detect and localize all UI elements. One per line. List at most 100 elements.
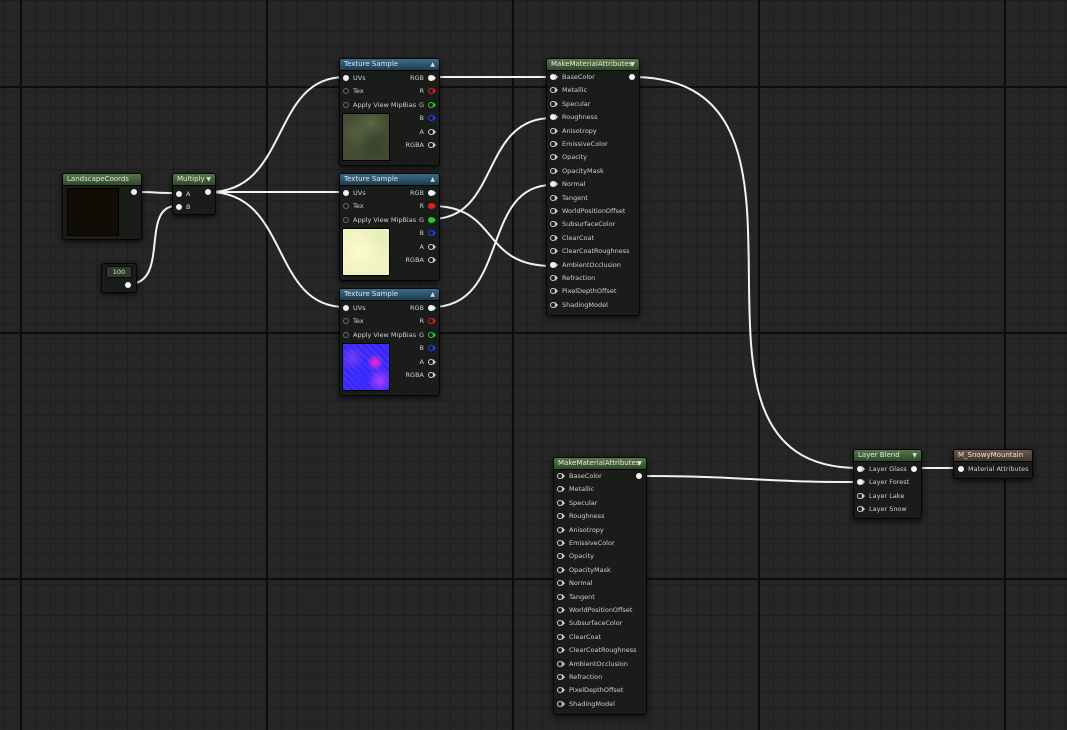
- material-attributes-pin[interactable]: [958, 466, 964, 472]
- material-attribute-input-row[interactable]: PixelDepthOffset: [557, 684, 623, 696]
- layer-blend-input-row[interactable]: Layer Lake: [857, 490, 904, 502]
- layer-blend-output-pin[interactable]: [911, 466, 917, 472]
- landscape-coords-header[interactable]: LandscapeCoords: [63, 174, 141, 186]
- texture-input-pin[interactable]: [343, 203, 349, 210]
- texture-sample-node-3[interactable]: Texture Sample ▲ UVs Tex Apply View MipBias R…: [339, 288, 440, 396]
- texture-output-row[interactable]: B: [420, 227, 436, 239]
- texture-input-row[interactable]: Tex: [343, 315, 364, 327]
- texture-sample-header[interactable]: Texture Sample ▲: [340, 59, 439, 71]
- material-attribute-input-row[interactable]: Tangent: [550, 192, 588, 204]
- texture-input-pin[interactable]: [343, 318, 349, 325]
- material-attribute-input-row[interactable]: Normal: [550, 178, 586, 190]
- collapse-chevron-icon[interactable]: ▼: [912, 450, 917, 461]
- material-output-header[interactable]: M_SnowyMountain: [954, 450, 1032, 462]
- texture-output-row[interactable]: A: [420, 356, 436, 368]
- texture-output-row[interactable]: R: [419, 315, 436, 327]
- texture-output-row[interactable]: RGBA: [406, 369, 436, 381]
- collapse-chevron-icon[interactable]: ▲: [430, 59, 435, 70]
- multiply-b-pin[interactable]: [176, 204, 182, 210]
- layer-blend-input-row[interactable]: Layer Glass: [857, 463, 907, 475]
- texture-input-row[interactable]: Apply View MipBias: [343, 99, 416, 111]
- collapse-chevron-icon[interactable]: ▼: [630, 59, 635, 70]
- make-material-attributes-node-1[interactable]: MakeMaterialAttributes ▼ BaseColor Metallic…: [546, 58, 640, 316]
- landscape-coords-node[interactable]: LandscapeCoords: [62, 173, 142, 240]
- material-attribute-input-row[interactable]: Anisotropy: [550, 125, 597, 137]
- material-attribute-input-row[interactable]: ClearCoat: [557, 631, 601, 643]
- material-attribute-input-row[interactable]: Metallic: [557, 483, 594, 495]
- constant-value[interactable]: 100: [106, 266, 132, 278]
- material-attribute-input-row[interactable]: ClearCoat: [550, 232, 594, 244]
- material-attribute-input-row[interactable]: PixelDepthOffset: [550, 285, 616, 297]
- texture-output-row[interactable]: A: [420, 126, 436, 138]
- texture-input-pin[interactable]: [343, 305, 349, 311]
- texture-output-row[interactable]: RGBA: [406, 139, 436, 151]
- collapse-chevron-icon[interactable]: ▲: [430, 289, 435, 300]
- make-material-attributes-output-pin[interactable]: [636, 473, 642, 479]
- material-attribute-input-row[interactable]: Roughness: [550, 111, 597, 123]
- texture-sample-node-2[interactable]: Texture Sample ▲ UVs Tex Apply View MipBias R…: [339, 173, 440, 281]
- texture-output-row[interactable]: G: [419, 99, 436, 111]
- material-attribute-input-row[interactable]: ShadingModel: [550, 299, 608, 311]
- texture-input-pin[interactable]: [343, 88, 349, 95]
- texture-output-row[interactable]: RGBA: [406, 254, 436, 266]
- texture-input-row[interactable]: UVs: [343, 302, 366, 314]
- texture-output-row[interactable]: RGB: [410, 302, 436, 314]
- constant-node[interactable]: 100: [101, 263, 137, 293]
- texture-input-pin[interactable]: [343, 101, 349, 108]
- multiply-input-b[interactable]: B: [176, 201, 190, 213]
- make-material-attributes-output-pin[interactable]: [629, 74, 635, 80]
- texture-input-row[interactable]: UVs: [343, 187, 366, 199]
- material-graph-canvas[interactable]: LandscapeCoords 100 Multiply ▼ A B Textu…: [0, 0, 1067, 730]
- layer-blend-input-row[interactable]: Layer Forest: [857, 476, 909, 488]
- material-attribute-input-row[interactable]: SubsurfaceColor: [550, 218, 615, 230]
- material-attribute-input-row[interactable]: EmissiveColor: [550, 138, 608, 150]
- texture-output-row[interactable]: A: [420, 241, 436, 253]
- material-attribute-input-row[interactable]: BaseColor: [557, 470, 602, 482]
- material-attribute-input-row[interactable]: Opacity: [550, 151, 587, 163]
- landscape-coords-output-pin[interactable]: [131, 189, 137, 195]
- material-attribute-input-row[interactable]: ShadingModel: [557, 698, 615, 710]
- material-attribute-input-row[interactable]: Specular: [557, 497, 597, 509]
- material-attribute-input-row[interactable]: ClearCoatRoughness: [550, 245, 630, 257]
- material-attribute-input-row[interactable]: BaseColor: [550, 71, 595, 83]
- collapse-chevron-icon[interactable]: ▲: [430, 174, 435, 185]
- material-attribute-input-row[interactable]: Refraction: [557, 671, 602, 683]
- collapse-chevron-icon[interactable]: ▼: [637, 458, 642, 469]
- multiply-node[interactable]: Multiply ▼ A B: [172, 173, 216, 215]
- material-attribute-input-row[interactable]: OpacityMask: [557, 564, 611, 576]
- texture-input-pin[interactable]: [343, 216, 349, 223]
- texture-output-row[interactable]: G: [419, 214, 436, 226]
- material-output-input-row[interactable]: Material Attributes: [958, 463, 1029, 475]
- texture-input-pin[interactable]: [343, 331, 349, 338]
- material-attribute-input-row[interactable]: Refraction: [550, 272, 595, 284]
- make-material-attributes-header[interactable]: MakeMaterialAttributes ▼: [547, 59, 639, 71]
- multiply-a-pin[interactable]: [176, 191, 182, 197]
- layer-blend-input-row[interactable]: Layer Snow: [857, 503, 907, 515]
- material-attribute-input-row[interactable]: Metallic: [550, 84, 587, 96]
- material-attribute-input-row[interactable]: Roughness: [557, 510, 604, 522]
- constant-output-pin[interactable]: [125, 282, 131, 288]
- texture-output-row[interactable]: RGB: [410, 187, 436, 199]
- texture-input-row[interactable]: Apply View MipBias: [343, 329, 416, 341]
- material-attribute-input-row[interactable]: Anisotropy: [557, 524, 604, 536]
- multiply-output-pin[interactable]: [205, 189, 211, 195]
- texture-input-pin[interactable]: [343, 75, 349, 81]
- material-attribute-input-row[interactable]: Normal: [557, 577, 593, 589]
- layer-blend-header[interactable]: Layer Blend ▼: [854, 450, 921, 462]
- texture-output-row[interactable]: RGB: [410, 72, 436, 84]
- material-attribute-input-row[interactable]: EmissiveColor: [557, 537, 615, 549]
- texture-input-row[interactable]: Apply View MipBias: [343, 214, 416, 226]
- collapse-chevron-icon[interactable]: ▼: [206, 174, 211, 185]
- texture-sample-node-1[interactable]: Texture Sample ▲ UVs Tex Apply View MipBias R…: [339, 58, 440, 166]
- texture-input-pin[interactable]: [343, 190, 349, 196]
- material-attribute-input-row[interactable]: WorldPositionOffset: [550, 205, 625, 217]
- texture-output-row[interactable]: R: [419, 200, 436, 212]
- texture-input-row[interactable]: Tex: [343, 200, 364, 212]
- make-material-attributes-header[interactable]: MakeMaterialAttributes ▼: [554, 458, 646, 470]
- make-material-attributes-node-2[interactable]: MakeMaterialAttributes ▼ BaseColor Metallic…: [553, 457, 647, 715]
- multiply-header[interactable]: Multiply ▼: [173, 174, 215, 186]
- texture-sample-header[interactable]: Texture Sample ▲: [340, 174, 439, 186]
- material-attribute-input-row[interactable]: Specular: [550, 98, 590, 110]
- texture-input-row[interactable]: Tex: [343, 85, 364, 97]
- material-attribute-input-row[interactable]: SubsurfaceColor: [557, 617, 622, 629]
